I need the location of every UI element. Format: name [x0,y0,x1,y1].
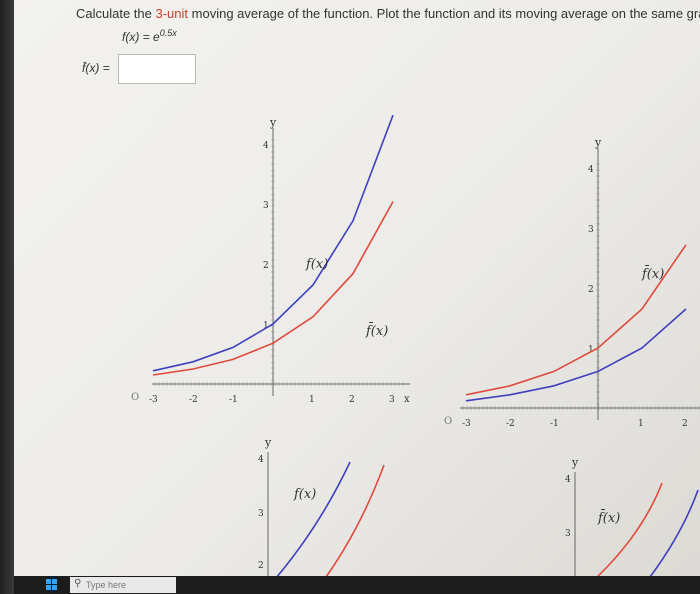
graph-panel-1: -3 -2 -1 1 2 31234yxOf(x)f̄(x) [131,114,410,405]
lower-graph-panel-1: y432f(x)f̄(x) [258,436,385,594]
taskbar-search-input[interactable]: Type here [70,577,176,593]
y-tick-label: 4 [588,165,594,175]
x-tick-label: -3 [149,395,158,405]
y-tick-label: 2 [588,285,594,295]
x-tick-label: -1 [550,419,559,429]
graph-panel-2: -3 -2 -1 1 21234yOf̄(x) [444,136,700,429]
y-tick-label: 2 [263,261,269,271]
search-icon: ⚲ [74,578,82,589]
graph-area: -3 -2 -1 1 2 31234yxOf(x)f̄(x)-3 -2 -1 1 21234yOf… [131,114,700,594]
function-label: f(x) [305,257,328,272]
x-tick-label: -1 [229,395,238,405]
y-tick-label: 3 [263,201,269,211]
y-tick-label: 3 [565,529,571,539]
x-tick-label: 2 [349,395,355,405]
y-tick-label: 4 [565,475,571,485]
x-tick-label: 2 [682,419,688,429]
moving-average-label: f̄(x) [641,265,664,282]
x-tick-label: 1 [309,395,315,405]
lower-graph-panel-2: y432f̄(x) [565,456,699,591]
y-axis-label: y [571,456,579,469]
x-tick-label: -2 [189,395,198,405]
moving-average-curve [582,482,663,591]
function-curve [639,489,699,591]
x-tick-label: -3 [462,419,471,429]
y-tick-label: 4 [263,141,269,151]
x-tick-label: 3 [389,395,395,405]
windows-start-icon[interactable] [46,579,57,590]
origin-label: O [131,392,139,403]
function-curve [465,308,687,402]
y-tick-label: 4 [258,455,264,465]
origin-label: O [444,416,452,427]
y-axis-label: y [594,136,602,149]
function-curve [269,461,351,586]
y-axis-label: y [269,116,277,129]
y-tick-label: 3 [588,225,594,235]
moving-average-label: f̄(x) [597,509,620,526]
moving-average-label: f̄(x) [365,322,388,339]
x-tick-label: 1 [638,419,644,429]
moving-average-curve [317,464,385,589]
y-axis-label: y [264,436,272,449]
x-axis-label: x [404,394,410,405]
y-tick-label: 2 [258,561,264,571]
y-tick-label: 3 [258,509,264,519]
function-label: f(x) [293,487,316,502]
x-tick-label: -2 [506,419,515,429]
